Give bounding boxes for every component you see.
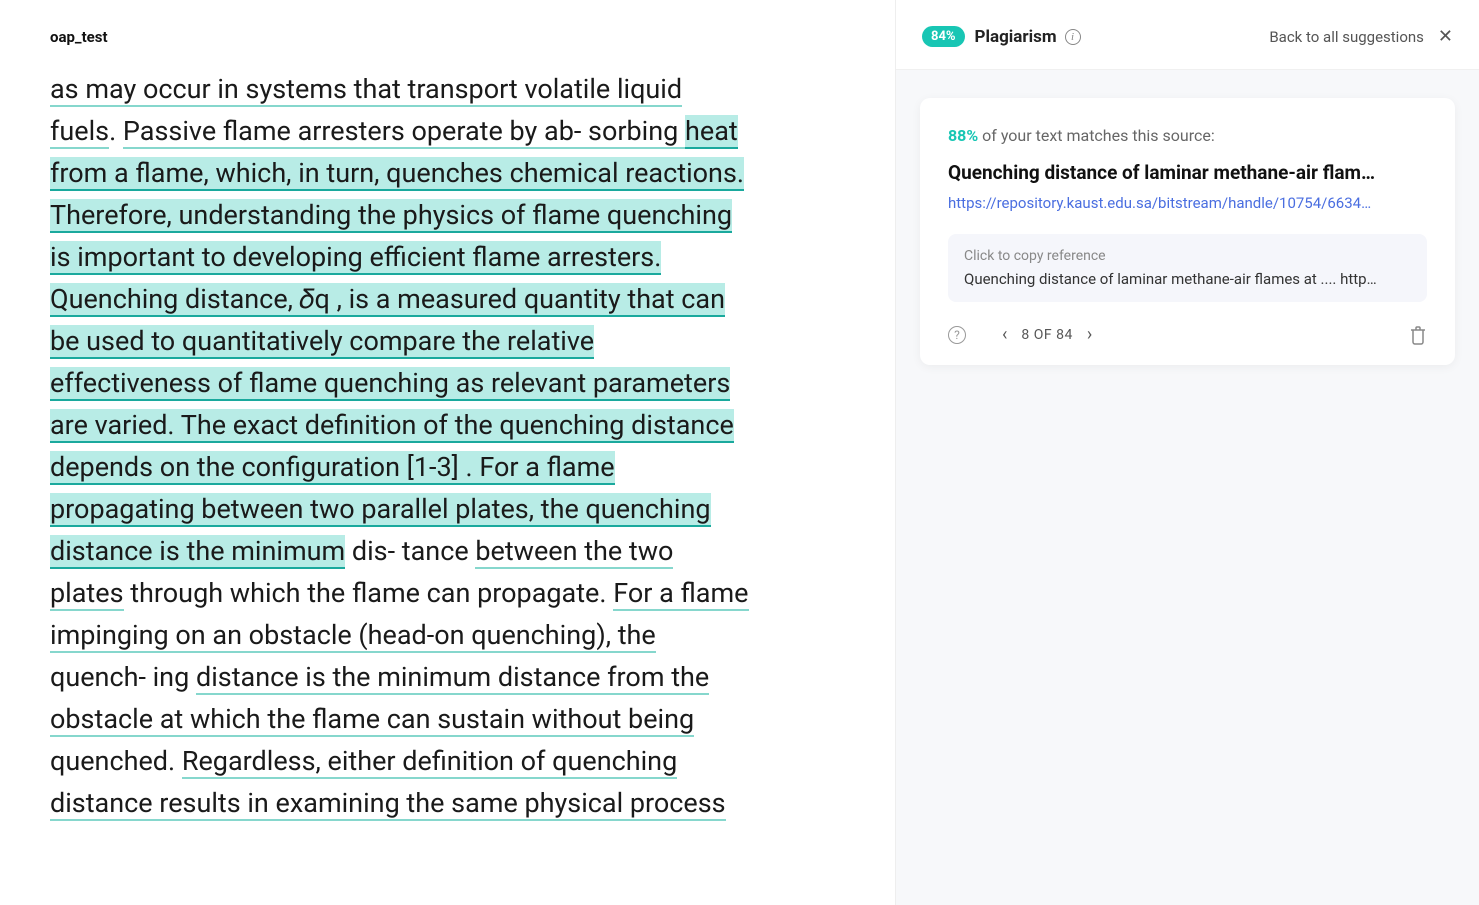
reference-label: Click to copy reference bbox=[964, 248, 1411, 264]
text-segment[interactable]: Quenching distance, 𝛿q , is a measured q… bbox=[50, 283, 734, 569]
pager-text: 8 OF 84 bbox=[1021, 327, 1072, 343]
match-summary: 88% of your text matches this source: bbox=[948, 126, 1427, 145]
suggestions-panel: 84% Plagiarism i Back to all suggestions… bbox=[895, 0, 1479, 905]
text-segment[interactable]: through which the flame can propagate. bbox=[124, 577, 614, 609]
document-body[interactable]: as may occur in systems that transport v… bbox=[50, 68, 750, 824]
prev-icon[interactable]: ‹ bbox=[994, 324, 1015, 345]
close-icon[interactable]: ✕ bbox=[1438, 28, 1453, 46]
panel-title: Plagiarism bbox=[975, 27, 1057, 47]
back-link[interactable]: Back to all suggestions bbox=[1269, 28, 1424, 46]
info-icon[interactable]: i bbox=[1065, 29, 1081, 45]
source-url[interactable]: https://repository.kaust.edu.sa/bitstrea… bbox=[948, 194, 1427, 212]
text-segment[interactable]: quenched. bbox=[50, 745, 182, 777]
trash-icon[interactable] bbox=[1409, 325, 1427, 345]
document-pane: oap_test as may occur in systems that tr… bbox=[0, 0, 895, 905]
match-rest: of your text matches this source: bbox=[978, 126, 1215, 145]
card-footer: ? ‹ 8 OF 84 › bbox=[948, 324, 1427, 345]
text-segment[interactable]: dis- tance bbox=[345, 535, 475, 567]
panel-header: 84% Plagiarism i Back to all suggestions… bbox=[896, 0, 1479, 70]
reference-text: Quenching distance of laminar methane-ai… bbox=[964, 270, 1411, 288]
match-percent: 88% bbox=[948, 126, 978, 145]
next-icon[interactable]: › bbox=[1079, 324, 1100, 345]
document-title: oap_test bbox=[50, 28, 845, 46]
text-segment[interactable]: Passive flame arresters operate by ab- s… bbox=[123, 115, 685, 149]
text-segment[interactable]: quench- ing bbox=[50, 661, 196, 693]
help-icon[interactable]: ? bbox=[948, 326, 966, 344]
source-title: Quenching distance of laminar methane-ai… bbox=[948, 161, 1427, 184]
source-card: 88% of your text matches this source: Qu… bbox=[920, 98, 1455, 365]
reference-box[interactable]: Click to copy reference Quenching distan… bbox=[948, 234, 1427, 302]
plagiarism-badge: 84% bbox=[922, 26, 965, 47]
text-segment[interactable]: . bbox=[109, 115, 123, 147]
